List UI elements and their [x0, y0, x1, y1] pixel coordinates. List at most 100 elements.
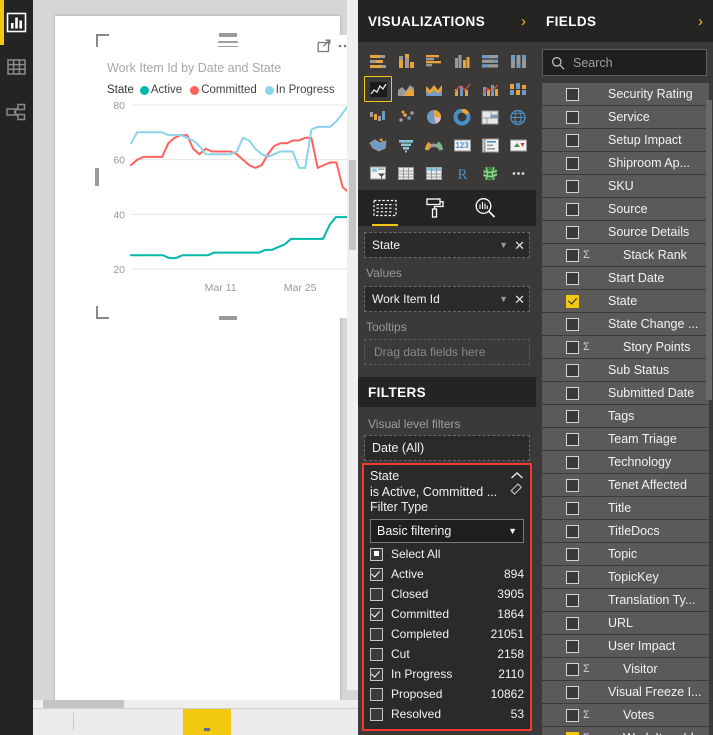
visual-type-ribbon-chart-icon[interactable]	[504, 76, 532, 102]
field-checkbox[interactable]	[566, 179, 579, 193]
field-item[interactable]: URL	[542, 612, 709, 634]
close-icon[interactable]: ✕	[514, 293, 525, 306]
field-item[interactable]: SKU	[542, 175, 709, 197]
filter-option[interactable]: Select All	[370, 545, 524, 563]
visual-type-stacked-area-chart-icon[interactable]	[420, 76, 448, 102]
field-item[interactable]: Translation Ty...	[542, 589, 709, 611]
field-checkbox[interactable]	[566, 340, 579, 354]
visual-type-filled-map-icon[interactable]	[364, 132, 392, 158]
model-view-button[interactable]	[0, 90, 33, 135]
chevron-right-icon[interactable]: ›	[698, 14, 703, 29]
line-chart-visual[interactable]: Work Item Id by Date and State State Act…	[95, 33, 358, 320]
active-page-tab[interactable]	[183, 709, 231, 735]
field-checkbox[interactable]	[566, 570, 579, 584]
field-checkbox[interactable]	[566, 317, 579, 331]
visual-type-line-stacked-column-chart-icon[interactable]	[448, 76, 476, 102]
field-checkbox[interactable]	[566, 685, 579, 699]
visual-type-area-chart-icon[interactable]	[392, 76, 420, 102]
filter-card-date[interactable]: Date (All)	[364, 435, 530, 461]
field-checkbox[interactable]	[566, 432, 579, 446]
field-item[interactable]: Tags	[542, 405, 709, 427]
field-checkbox[interactable]	[566, 409, 579, 423]
field-checkbox[interactable]	[566, 271, 579, 285]
visual-type-gauge-icon[interactable]	[420, 132, 448, 158]
visual-type-clustered-column-chart-icon[interactable]	[448, 48, 476, 74]
visual-type-stacked-bar-chart-icon[interactable]	[364, 48, 392, 74]
checkbox-unchecked[interactable]	[370, 587, 383, 601]
filter-option[interactable]: Closed 3905	[370, 585, 524, 603]
field-item[interactable]: State	[542, 290, 709, 312]
field-checkbox[interactable]	[566, 455, 579, 469]
field-item[interactable]: Visual Freeze I...	[542, 681, 709, 703]
filter-card-state[interactable]: State is Active, Committed ... Filter Ty…	[362, 463, 532, 731]
filter-option-list[interactable]: Select All Active 894 Closed 3905 Committed 18…	[370, 545, 524, 723]
visual-type-pie-chart-icon[interactable]	[420, 104, 448, 130]
field-item[interactable]: Security Rating	[542, 83, 709, 105]
field-checkbox[interactable]	[566, 501, 579, 515]
checkbox-partial[interactable]	[370, 547, 383, 561]
field-checkbox[interactable]	[566, 547, 579, 561]
field-item[interactable]: Σ Stack Rank	[542, 244, 709, 266]
visual-type-waterfall-chart-icon[interactable]	[364, 104, 392, 130]
visual-type-slicer-icon[interactable]	[364, 160, 392, 186]
field-item[interactable]: State Change ...	[542, 313, 709, 335]
field-checkbox[interactable]	[566, 87, 579, 101]
checkbox-unchecked[interactable]	[370, 707, 383, 721]
field-item[interactable]: Title	[542, 497, 709, 519]
format-tab[interactable]	[420, 195, 450, 221]
checkbox-unchecked[interactable]	[370, 627, 383, 641]
visual-type-matrix-icon[interactable]	[420, 160, 448, 186]
field-item[interactable]: Σ Votes	[542, 704, 709, 726]
legend-item-active[interactable]: Active	[139, 84, 182, 96]
checkbox-checked[interactable]	[370, 667, 383, 681]
chevron-right-icon[interactable]: ›	[521, 14, 526, 29]
field-checkbox[interactable]	[566, 639, 579, 653]
field-item[interactable]: User Impact	[542, 635, 709, 657]
visual-type-kpi-icon[interactable]	[504, 132, 532, 158]
visual-type-card-icon[interactable]: 123	[448, 132, 476, 158]
filter-option[interactable]: Committed 1864	[370, 605, 524, 623]
checkbox-unchecked[interactable]	[370, 647, 383, 661]
field-checkbox[interactable]	[566, 731, 579, 735]
chevron-down-icon[interactable]: ▼	[499, 240, 508, 250]
field-checkbox[interactable]	[566, 156, 579, 170]
focus-mode-button[interactable]	[317, 39, 331, 53]
field-item[interactable]: TitleDocs	[542, 520, 709, 542]
fields-tab[interactable]	[370, 195, 400, 226]
visual-type-map-icon[interactable]	[504, 104, 532, 130]
field-checkbox[interactable]	[566, 593, 579, 607]
visual-type-r-script-visual-icon[interactable]: R	[448, 160, 476, 186]
filter-option[interactable]: Resolved 53	[370, 705, 524, 723]
checkbox-unchecked[interactable]	[370, 687, 383, 701]
field-checkbox[interactable]	[566, 478, 579, 492]
visual-type-gallery[interactable]: 123 R	[358, 42, 536, 190]
field-item[interactable]: Submitted Date	[542, 382, 709, 404]
field-checkbox[interactable]	[566, 294, 579, 308]
field-item[interactable]: Topic	[542, 543, 709, 565]
legend-item-in-progress[interactable]: In Progress	[264, 84, 335, 96]
chevron-down-icon[interactable]: ▼	[508, 526, 517, 536]
field-checkbox[interactable]	[566, 225, 579, 239]
field-checkbox[interactable]	[566, 363, 579, 377]
field-item[interactable]: Σ Story Points	[542, 336, 709, 358]
chevron-up-icon[interactable]	[510, 469, 524, 483]
field-checkbox[interactable]	[566, 524, 579, 538]
visual-type-table-icon[interactable]	[392, 160, 420, 186]
chevron-down-icon[interactable]: ▼	[499, 294, 508, 304]
field-item[interactable]: Source	[542, 198, 709, 220]
filter-type-select[interactable]: Basic filtering ▼	[370, 519, 524, 543]
field-item[interactable]: Sub Status	[542, 359, 709, 381]
field-item[interactable]: TopicKey	[542, 566, 709, 588]
field-item[interactable]: Team Triage	[542, 428, 709, 450]
field-item[interactable]: Tenet Affected	[542, 474, 709, 496]
field-checkbox[interactable]	[566, 133, 579, 147]
visual-type-clustered-bar-chart-icon[interactable]	[420, 48, 448, 74]
fields-list[interactable]: Security Rating Service Setup Impact Shipro…	[536, 83, 713, 735]
visual-type-more-visuals-icon[interactable]	[504, 160, 532, 186]
legend-item-committed[interactable]: Committed	[190, 84, 257, 96]
field-item[interactable]: ΣWork Item Id	[542, 727, 709, 735]
filter-option[interactable]: Cut 2158	[370, 645, 524, 663]
chart-plot-area[interactable]: 20 40 60 80 Mar 11 Mar 25	[97, 97, 358, 318]
eraser-icon[interactable]	[510, 483, 524, 499]
visual-type-multi-row-card-icon[interactable]	[476, 132, 504, 158]
